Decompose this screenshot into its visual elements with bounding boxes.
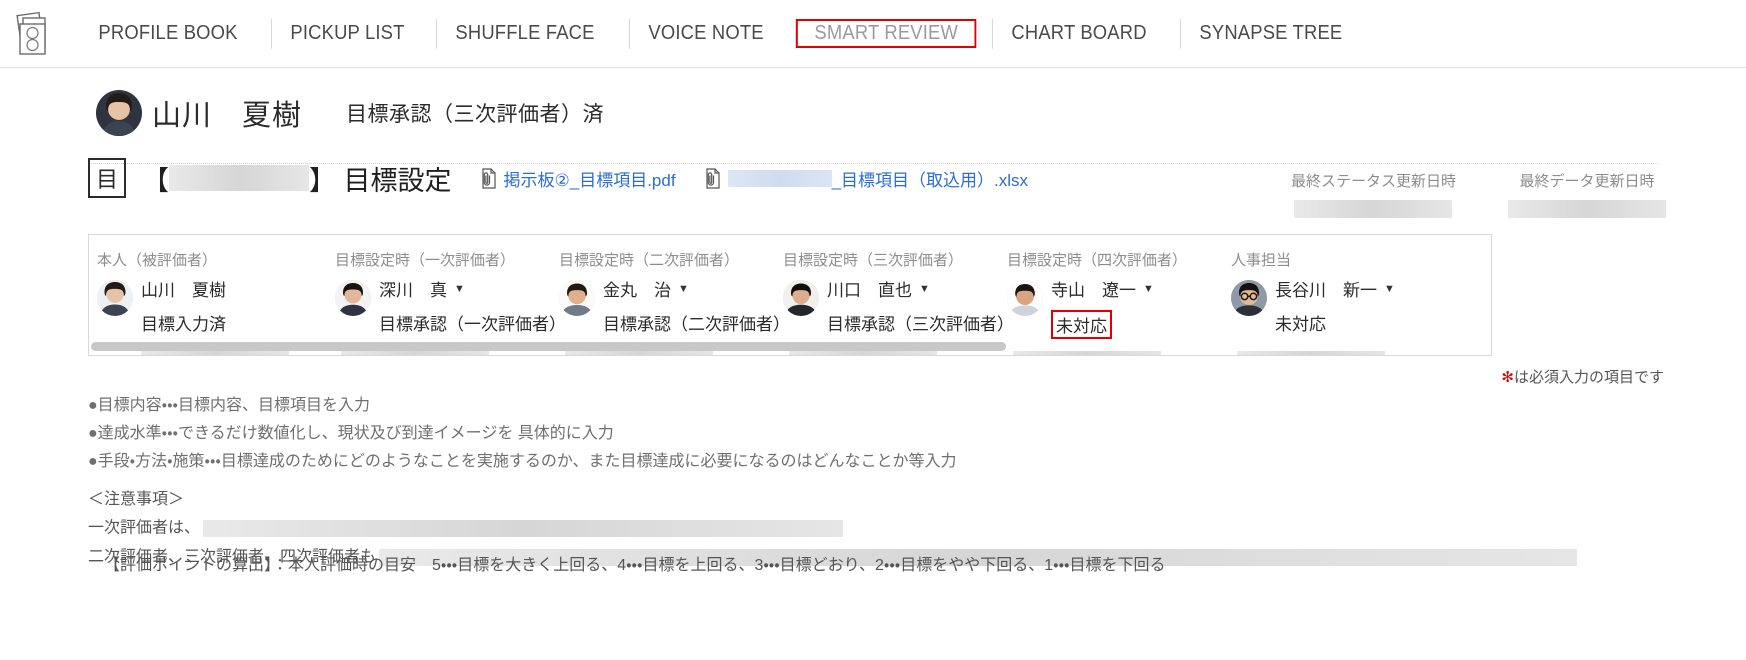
- last-status-update-label: 最終ステータス更新日時: [1290, 173, 1456, 190]
- person-avatar-icon: [96, 90, 142, 136]
- nav-item-synapse-tree[interactable]: SYNAPSE TREE: [1181, 19, 1361, 48]
- evaluator-name-text: 寺山 遼一: [1051, 281, 1136, 300]
- evaluator-name: 山川 夏樹: [141, 276, 226, 301]
- nav-item-shuffle-face[interactable]: SHUFFLE FACE: [437, 19, 613, 48]
- app-logo[interactable]: [14, 11, 58, 57]
- evaluator-name-text: 山川 夏樹: [141, 281, 226, 300]
- avatar: [97, 280, 133, 316]
- evaluator-role-label: 目標設定時（三次評価者）: [783, 252, 964, 269]
- top-navigation-bar: PROFILE BOOK PICKUP LIST SHUFFLE FACE VO…: [0, 0, 1746, 68]
- cards-stack-icon: [16, 11, 46, 55]
- chevron-down-icon[interactable]: ▼: [454, 283, 465, 295]
- panel-horizontal-scrollbar[interactable]: [89, 342, 1491, 351]
- employee-header: 山川 夏樹 目標承認（三次評価者）済: [0, 68, 1746, 136]
- evaluator-state: 目標入力済: [141, 315, 226, 334]
- redacted-caution-text: [203, 520, 844, 537]
- nav-items: PROFILE BOOK PICKUP LIST SHUFFLE FACE VO…: [80, 18, 1377, 49]
- required-note-text: は必須入力の項目です: [1513, 369, 1664, 386]
- evaluator-state: 未対応: [1275, 315, 1326, 334]
- evaluator-panel: 本人（被評価者） 山川 夏樹 目標入力済 目標設定時（一次評価者） 深川 真 ▼…: [88, 234, 1492, 356]
- instruction-bullet: ●目標内容・・・目標内容、目標項目を入力: [88, 397, 370, 414]
- nav-item-voice-note[interactable]: VOICE NOTE: [630, 19, 782, 48]
- last-data-update: 最終データ更新日時: [1508, 170, 1666, 218]
- attachment-link-xlsx[interactable]: _目標項目（取込用）.xlsx: [704, 166, 1028, 191]
- evaluator-name[interactable]: 長谷川 新一 ▼: [1275, 276, 1395, 301]
- status-badge: 目標承認（三次評価者）済: [346, 103, 605, 126]
- nav-item-smart-review[interactable]: SMART REVIEW: [796, 19, 977, 48]
- avatar: [559, 280, 595, 316]
- caution-line-text: 一次評価者は、: [88, 519, 201, 537]
- person-avatar-icon: [559, 280, 595, 316]
- last-data-update-label: 最終データ更新日時: [1519, 173, 1655, 190]
- evaluator-columns: 本人（被評価者） 山川 夏樹 目標入力済 目標設定時（一次評価者） 深川 真 ▼…: [89, 235, 1491, 355]
- required-field-note: ✻は必須入力の項目です: [1501, 366, 1664, 387]
- person-avatar-icon: [1007, 280, 1043, 316]
- evaluator-role-label: 目標設定時（四次評価者）: [1007, 252, 1188, 269]
- evaluator-name-text: 金丸 治: [603, 281, 671, 300]
- chevron-down-icon[interactable]: ▼: [1143, 283, 1154, 295]
- nav-item-profile-book[interactable]: PROFILE BOOK: [80, 19, 256, 48]
- evaluator-state: 目標承認（三次評価者）: [827, 315, 1014, 334]
- paperclip-document-icon: [704, 167, 721, 189]
- instruction-bullet: ●手段・方法・施策・・・目標達成のためにどのようなことを実施するのか、また目標達…: [88, 453, 957, 470]
- evaluator-column-primary: 目標設定時（一次評価者） 深川 真 ▼ 目標承認（一次評価者）: [335, 249, 566, 355]
- nav-item-pickup-list[interactable]: PICKUP LIST: [272, 19, 423, 48]
- evaluator-role-label: 人事担当: [1231, 252, 1292, 269]
- evaluator-name-text: 深川 真: [379, 281, 447, 300]
- chevron-down-icon[interactable]: ▼: [919, 283, 930, 295]
- evaluator-name[interactable]: 寺山 遼一 ▼: [1051, 276, 1154, 301]
- chevron-down-icon[interactable]: ▼: [678, 283, 689, 295]
- evaluator-column-hr: 人事担当 長谷川 新一 ▼ 未対応: [1231, 249, 1455, 355]
- caution-line: 一次評価者は、: [88, 520, 1688, 537]
- title-suffix: 】 目標設定: [309, 165, 452, 196]
- evaluator-name[interactable]: 川口 直也 ▼: [827, 276, 1014, 301]
- attachment-link-pdf[interactable]: 掲示板②_目標項目.pdf: [480, 166, 676, 191]
- evaluator-role-label: 本人（被評価者）: [97, 252, 218, 269]
- score-calculation-note: 【評価ポイントの算出】：本人評価時の目安 5・・・目標を大きく上回る、4・・・目…: [104, 557, 1166, 574]
- evaluator-name-text: 川口 直也: [827, 281, 912, 300]
- avatar: [783, 280, 819, 316]
- avatar: [335, 280, 371, 316]
- avatar: [96, 90, 142, 136]
- person-avatar-icon: [335, 280, 371, 316]
- last-status-update-value: [1294, 200, 1453, 218]
- nav-item-chart-board[interactable]: CHART BOARD: [993, 19, 1165, 48]
- redacted-title-value: [169, 165, 309, 191]
- caution-header: ＜注意事項＞: [88, 491, 185, 508]
- required-star-icon: ✻: [1501, 369, 1514, 386]
- avatar: [1231, 280, 1267, 316]
- evaluator-state-alert: 未対応: [1051, 310, 1112, 339]
- evaluator-column-secondary: 目標設定時（二次評価者） 金丸 治 ▼ 目標承認（二次評価者）: [559, 249, 790, 355]
- person-avatar-glasses-icon: [1231, 280, 1267, 316]
- redacted-attachment-name: [727, 169, 832, 187]
- last-data-update-value: [1508, 200, 1666, 218]
- title-prefix: 【: [142, 165, 169, 196]
- evaluator-state: 目標承認（二次評価者）: [603, 315, 790, 334]
- evaluator-role-label: 目標設定時（一次評価者）: [335, 252, 516, 269]
- paperclip-document-icon: [480, 167, 497, 189]
- person-avatar-icon: [97, 280, 133, 316]
- timestamp-group: 最終ステータス更新日時 最終データ更新日時: [1291, 170, 1666, 218]
- person-avatar-icon: [783, 280, 819, 316]
- evaluator-name[interactable]: 金丸 治 ▼: [603, 276, 790, 301]
- section-title: 【 】 目標設定: [142, 159, 452, 198]
- attachment-label: 掲示板②_目標項目.pdf: [503, 170, 676, 190]
- evaluator-role-label: 目標設定時（二次評価者）: [559, 252, 740, 269]
- last-status-update: 最終ステータス更新日時: [1291, 170, 1456, 218]
- evaluator-column-tertiary: 目標設定時（三次評価者） 川口 直也 ▼ 目標承認（三次評価者）: [783, 249, 1014, 355]
- evaluator-state: 目標承認（一次評価者）: [379, 315, 566, 334]
- evaluator-name-text: 長谷川 新一: [1275, 281, 1377, 300]
- document-square-icon: 目: [88, 158, 126, 198]
- evaluator-column-quaternary: 目標設定時（四次評価者） 寺山 遼一 ▼ 未対応: [1007, 249, 1231, 355]
- evaluator-column-self: 本人（被評価者） 山川 夏樹 目標入力済: [97, 249, 335, 355]
- chevron-down-icon[interactable]: ▼: [1384, 283, 1395, 295]
- evaluator-name[interactable]: 深川 真 ▼: [379, 276, 566, 301]
- page-title: 山川 夏樹: [152, 100, 303, 132]
- instruction-bullet: ●達成水準・・・できるだけ数値化し、現状及び到達イメージを 具体的に入力: [88, 425, 614, 442]
- attachment-label: _目標項目（取込用）.xlsx: [831, 170, 1029, 190]
- avatar: [1007, 280, 1043, 316]
